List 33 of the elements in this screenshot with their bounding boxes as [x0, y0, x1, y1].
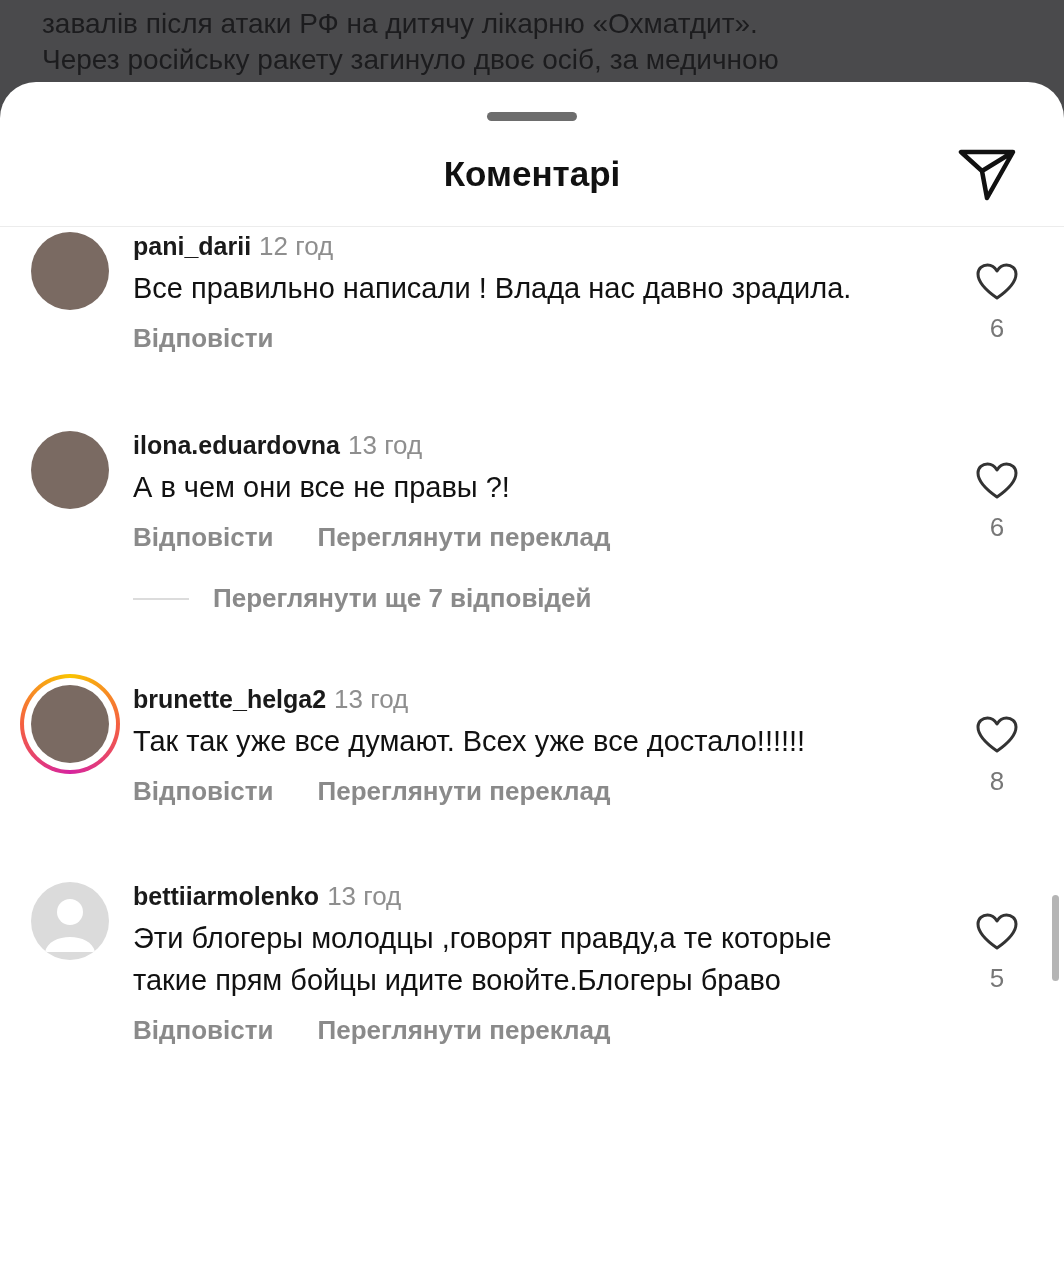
reply-link[interactable]: Відповісти — [133, 323, 274, 354]
reply-link[interactable]: Відповісти — [133, 1015, 274, 1046]
comment-text: А в чем они все не правы ?! — [133, 470, 511, 505]
heart-icon[interactable] — [976, 913, 1018, 951]
username[interactable]: brunette_helga2 — [133, 685, 327, 714]
reply-link[interactable]: Відповісти — [133, 776, 274, 807]
comment-time: 13 год — [348, 430, 423, 461]
comment-time: 13 год — [327, 881, 402, 912]
heart-icon[interactable] — [976, 716, 1018, 754]
comment-time: 12 год — [259, 231, 334, 262]
scrollbar[interactable] — [1052, 895, 1059, 981]
send-icon[interactable] — [958, 149, 1016, 201]
drag-handle[interactable] — [487, 112, 577, 121]
like-count: 6 — [989, 512, 1005, 543]
translation-link[interactable]: Переглянути переклад — [317, 1015, 611, 1046]
comment-text: Так так уже все думают. Всех уже все достало!!!!!! — [133, 724, 807, 759]
comment-text: Все правильно написали ! Влада нас давно зрадила. — [133, 271, 853, 306]
sheet-title: Коментарі — [443, 153, 621, 194]
heart-icon[interactable] — [976, 462, 1018, 500]
translation-link[interactable]: Переглянути переклад — [317, 776, 611, 807]
like-count: 8 — [989, 766, 1005, 797]
reply-link[interactable]: Відповісти — [133, 522, 274, 553]
username[interactable]: pani_darii — [133, 232, 252, 261]
username[interactable]: ilona.eduardovna — [133, 431, 340, 460]
like-count: 5 — [989, 963, 1005, 994]
avatar-photo-placeholder[interactable] — [31, 685, 109, 763]
translation-link[interactable]: Переглянути переклад — [317, 522, 611, 553]
comment-text: Эти блогеры молодцы ,говорят правду,а те которые такие прям бойцы идите воюйте.Блогеры браво — [133, 921, 833, 998]
view-replies-link[interactable]: Переглянути ще 7 відповідей — [213, 583, 592, 614]
heart-icon[interactable] — [976, 263, 1018, 301]
username[interactable]: bettiiarmolenko — [133, 882, 320, 911]
comment-time: 13 год — [334, 684, 409, 715]
like-count: 6 — [989, 313, 1005, 344]
